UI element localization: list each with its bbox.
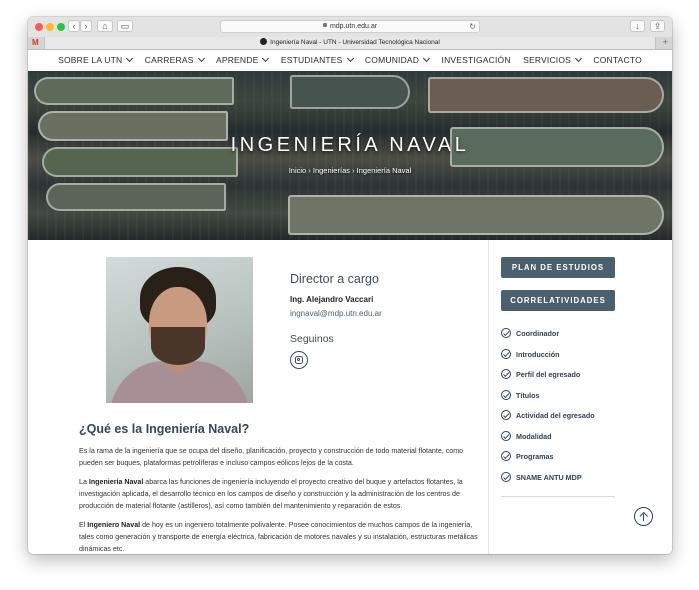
chevron-down-icon (197, 54, 205, 63)
nav-item-estudiantes[interactable]: ESTUDIANTES (281, 50, 354, 71)
sidebar-divider-line (501, 496, 615, 497)
plan-de-estudios-button[interactable]: PLAN DE ESTUDIOS (501, 257, 615, 278)
home-icon[interactable]: ⌂ (97, 20, 113, 32)
nav-item-contacto[interactable]: CONTACTO (593, 50, 642, 71)
main-content: Director a cargo Ing. Alejandro Vaccari … (28, 240, 672, 554)
section-heading: ¿Qué es la Ingeniería Naval? (79, 422, 250, 436)
paragraph-3: El Ingeniero Naval de hoy es un ingenier… (79, 521, 478, 554)
correlatividades-button[interactable]: CORRELATIVIDADES (501, 290, 615, 311)
chevron-down-icon (423, 54, 431, 63)
instagram-icon (295, 356, 303, 364)
ship-image (290, 75, 410, 109)
sidebar-item-sname[interactable]: SNAME ANTU MDP (501, 471, 582, 485)
ship-image (34, 77, 234, 105)
main-nav: SOBRE LA UTN CARRERAS APRENDE ESTUDIANTE… (28, 50, 672, 71)
follow-heading: Seguinos (290, 333, 334, 345)
address-bar[interactable]: mdp.utn.edu.ar ↻ (220, 20, 480, 33)
browser-window: ‹ › ⌂ ▭ mdp.utn.edu.ar ↻ ↓ ⇪ M Ingenierí… (28, 17, 672, 554)
sidebar-item-perfil[interactable]: Perfil del egresado (501, 368, 580, 382)
chevron-down-icon (346, 54, 354, 63)
sidebar-item-coordinador[interactable]: Coordinador (501, 327, 559, 341)
check-circle-icon (501, 451, 511, 462)
nav-item-sobre-la-utn[interactable]: SOBRE LA UTN (58, 50, 134, 71)
sidebar-divider (488, 240, 489, 554)
check-circle-icon (501, 349, 511, 360)
paragraph-2: La Ingeniería Naval abarca las funciones… (79, 478, 463, 511)
breadcrumb[interactable]: Inicio › Ingenierías › Ingeniería Naval (28, 166, 672, 175)
sidebar-item-modalidad[interactable]: Modalidad (501, 430, 552, 444)
sidebar-icon[interactable]: ▭ (117, 20, 133, 32)
hero-banner: INGENIERÍA NAVAL Inicio › Ingenierías › … (28, 71, 672, 240)
nav-item-comunidad[interactable]: COMUNIDAD (365, 50, 431, 71)
browser-toolbar: ‹ › ⌂ ▭ mdp.utn.edu.ar ↻ ↓ ⇪ (28, 17, 672, 37)
nav-item-servicios[interactable]: SERVICIOS (523, 50, 583, 71)
tab-title: Ingeniería Naval - UTN - Universidad Tec… (270, 39, 440, 46)
page-title: INGENIERÍA NAVAL (230, 134, 470, 156)
ship-image (428, 77, 664, 113)
tab-active[interactable]: Ingeniería Naval - UTN - Universidad Tec… (44, 37, 656, 49)
arrow-up-circle-icon[interactable] (634, 507, 653, 526)
director-heading: Director a cargo (290, 272, 379, 286)
paragraph-1: Es la rama de la ingeniería que se ocupa… (79, 447, 464, 468)
instagram-button[interactable] (290, 351, 308, 369)
nav-item-carreras[interactable]: CARRERAS (145, 50, 205, 71)
reload-icon[interactable]: ↻ (469, 21, 476, 32)
chevron-down-icon (262, 54, 270, 63)
download-icon[interactable]: ↓ (630, 20, 645, 32)
forward-icon[interactable]: › (80, 20, 92, 32)
check-circle-icon (501, 431, 511, 442)
share-icon[interactable]: ⇪ (650, 20, 665, 32)
check-circle-icon (501, 410, 511, 421)
ship-image (288, 195, 664, 235)
nav-item-aprende[interactable]: APRENDE (216, 50, 270, 71)
sidebar-item-introduccion[interactable]: Introducción (501, 348, 560, 362)
close-window-button[interactable] (35, 23, 43, 31)
check-circle-icon (501, 472, 511, 483)
lock-icon (322, 23, 327, 28)
director-email-link[interactable]: ingnaval@mdp.utn.edu.ar (290, 309, 382, 318)
chevron-down-icon (574, 54, 583, 63)
back-icon[interactable]: ‹ (68, 20, 80, 32)
director-photo (106, 257, 253, 403)
utn-favicon-icon (260, 37, 268, 45)
chevron-down-icon (126, 54, 134, 63)
nav-item-investigacion[interactable]: INVESTIGACIÓN (442, 50, 511, 71)
tab-bar: M Ingeniería Naval - UTN - Universidad T… (28, 37, 672, 50)
plus-icon[interactable]: + (663, 37, 668, 48)
sidebar-item-titulos[interactable]: Títulos (501, 389, 540, 403)
director-name: Ing. Alejandro Vaccari (290, 295, 374, 304)
check-circle-icon (501, 369, 511, 380)
minimize-window-button[interactable] (46, 23, 54, 31)
zoom-window-button[interactable] (57, 23, 65, 31)
sidebar-item-programas[interactable]: Programas (501, 450, 554, 464)
check-circle-icon (501, 328, 511, 339)
check-circle-icon (501, 390, 511, 401)
gmail-tab[interactable]: M (32, 38, 39, 48)
url-text: mdp.utn.edu.ar (329, 23, 378, 30)
sidebar-item-actividad[interactable]: Actividad del egresado (501, 409, 595, 423)
ship-image (46, 183, 226, 211)
